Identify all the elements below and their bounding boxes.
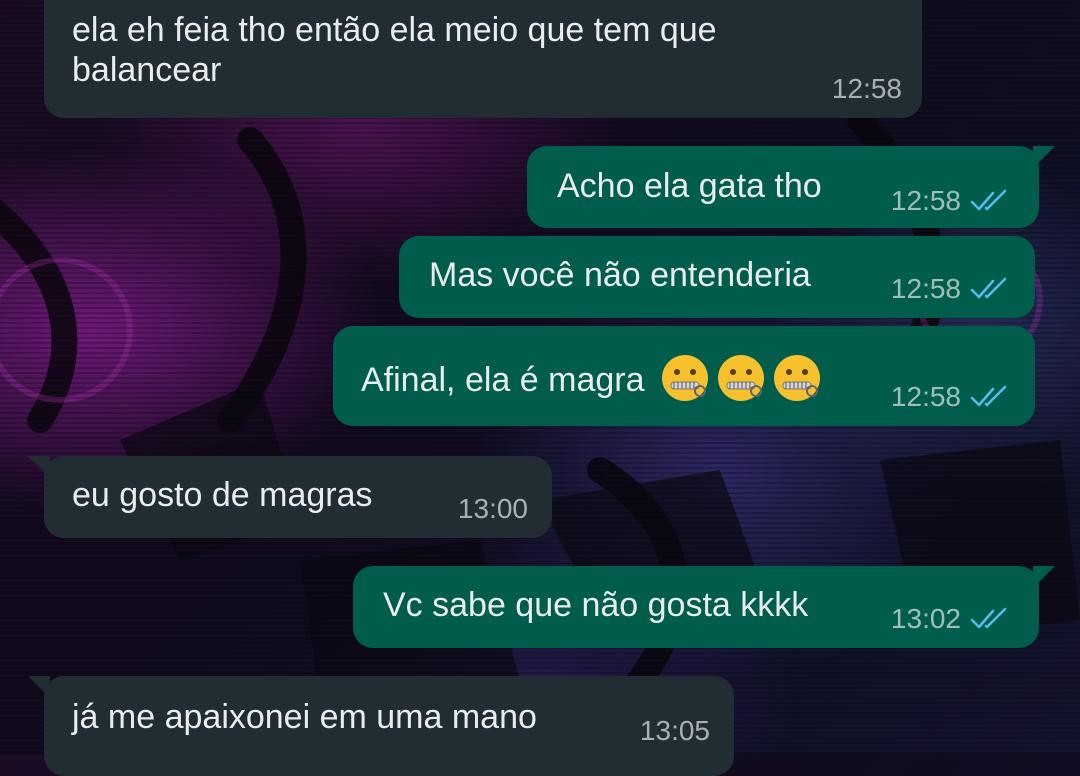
message-time: 12:58 [831, 73, 902, 104]
double-check-icon [969, 189, 1011, 213]
message-text: Acho ela gata tho [557, 167, 822, 205]
bubble-tail [1033, 566, 1055, 588]
message-time: 12:58 [890, 381, 961, 412]
bubble-tail [28, 456, 50, 478]
message-time: 12:58 [890, 185, 961, 216]
message-meta: 12:58 [832, 74, 902, 104]
message-text: ela eh feia tho então ela meio que tem q… [72, 10, 717, 90]
message-meta: 13:00 [458, 494, 528, 524]
message-meta: 12:58 [891, 382, 1011, 412]
message-time: 12:58 [890, 273, 961, 304]
message-bubble-incoming[interactable]: ela eh feia tho então ela meio que tem q… [44, 0, 922, 118]
message-text-content: Afinal, ela é magra [361, 361, 645, 399]
zipper-mouth-face-emoji [716, 353, 766, 403]
message-meta: 13:05 [640, 716, 710, 746]
message-meta: 12:58 [891, 186, 1011, 216]
message-time: 13:02 [890, 603, 961, 634]
message-bubble-incoming[interactable]: eu gosto de magras 13:00 [28, 456, 552, 538]
message-text: eu gosto de magras [72, 476, 373, 514]
message-text-line: balancear [72, 51, 222, 89]
message-bubble-incoming[interactable]: já me apaixonei em uma mano 13:05 [28, 676, 734, 776]
message-bubble-outgoing[interactable]: Afinal, ela é magra 12:58 [333, 326, 1035, 426]
zipper-mouth-face-emoji [772, 353, 822, 403]
message-text: Afinal, ela é magra [361, 353, 822, 403]
double-check-icon [969, 385, 1011, 409]
bubble-tail [1033, 146, 1055, 168]
message-bubble-outgoing[interactable]: Acho ela gata tho 12:58 [527, 146, 1055, 228]
message-meta: 12:58 [891, 274, 1011, 304]
message-bubble-outgoing[interactable]: Vc sabe que não gosta kkkk 13:02 [353, 566, 1055, 648]
message-meta: 13:02 [891, 604, 1011, 634]
zipper-mouth-face-emoji [660, 353, 710, 403]
message-time: 13:05 [639, 715, 710, 746]
message-text: já me apaixonei em uma mano [72, 698, 537, 736]
bubble-tail [28, 676, 50, 698]
message-time: 13:00 [457, 493, 528, 524]
message-text: Mas você não entenderia [429, 256, 811, 294]
message-bubble-outgoing[interactable]: Mas você não entenderia 12:58 [399, 236, 1035, 318]
double-check-icon [969, 277, 1011, 301]
double-check-icon [969, 607, 1011, 631]
message-text: Vc sabe que não gosta kkkk [383, 586, 809, 624]
message-text-line: ela eh feia tho então ela meio que tem q… [72, 11, 717, 49]
